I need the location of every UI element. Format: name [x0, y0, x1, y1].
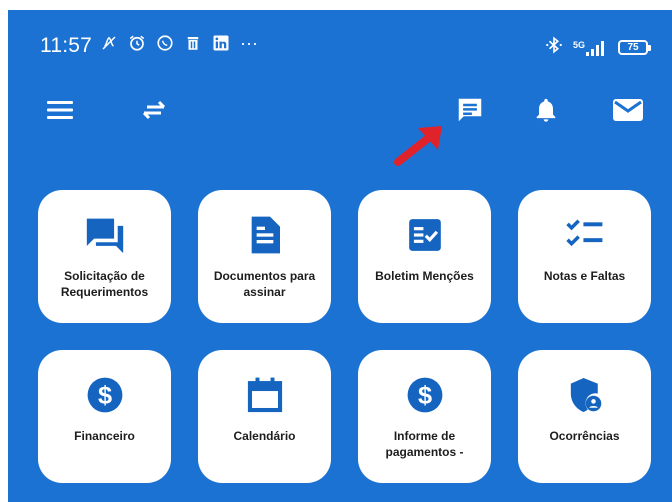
- alarm-icon: [128, 34, 146, 52]
- forum-icon: [83, 216, 127, 254]
- notification-icons: ···: [100, 32, 258, 53]
- bell-icon[interactable]: [526, 90, 566, 130]
- calendar-icon: [246, 376, 284, 414]
- delete-icon: [184, 34, 202, 52]
- card-label: Notas e Faltas: [543, 269, 626, 283]
- dollar-icon: $: [406, 376, 444, 414]
- shield-user-icon: [568, 376, 602, 414]
- card-ocorrencias[interactable]: Ocorrências: [518, 350, 651, 483]
- svg-text:$: $: [97, 382, 111, 410]
- card-pagamentos[interactable]: $ Informe de pagamentos -: [358, 350, 491, 483]
- status-bar: 11:57 ··· 5G 75: [8, 10, 672, 66]
- card-label: Informe de pagamentos -: [385, 429, 464, 459]
- swap-icon[interactable]: [134, 90, 174, 130]
- app-bar: [8, 90, 672, 138]
- more-dots-icon: ···: [240, 32, 258, 53]
- card-label: Solicitação de Requerimentos: [60, 269, 149, 299]
- dollar-icon: $: [86, 376, 124, 414]
- whatsapp-icon: [156, 34, 174, 52]
- card-label: Ocorrências: [549, 429, 620, 443]
- status-time: 11:57: [40, 34, 92, 57]
- card-label: Financeiro: [74, 429, 135, 443]
- card-label: Boletim Menções: [375, 269, 474, 283]
- mute-icon: [100, 34, 118, 52]
- card-notas[interactable]: Notas e Faltas: [518, 190, 651, 323]
- annotation-arrow-icon: [394, 126, 442, 166]
- svg-text:$: $: [417, 382, 431, 410]
- document-icon: [248, 216, 282, 254]
- app-screen: 11:57 ··· 5G 75 Solicitação de Requerime…: [8, 10, 672, 502]
- signal-icon: 5G: [573, 40, 608, 56]
- chat-icon[interactable]: [450, 90, 490, 130]
- card-boletim[interactable]: Boletim Menções: [358, 190, 491, 323]
- menu-icon[interactable]: [40, 90, 80, 130]
- bluetooth-icon: [545, 35, 563, 60]
- checklist-icon: [564, 216, 606, 254]
- mail-icon[interactable]: [608, 90, 648, 130]
- card-calendario[interactable]: Calendário: [198, 350, 331, 483]
- battery-icon: 75: [618, 40, 651, 55]
- system-icons: 5G 75: [545, 35, 651, 60]
- card-label: Calendário: [233, 429, 296, 443]
- battery-level: 75: [627, 42, 639, 53]
- card-label: Documentos para assinar: [213, 269, 316, 299]
- linkedin-icon: [212, 34, 230, 52]
- fact-check-icon: [406, 216, 444, 254]
- card-requerimentos[interactable]: Solicitação de Requerimentos: [38, 190, 171, 323]
- card-documentos[interactable]: Documentos para assinar: [198, 190, 331, 323]
- card-financeiro[interactable]: $ Financeiro: [38, 350, 171, 483]
